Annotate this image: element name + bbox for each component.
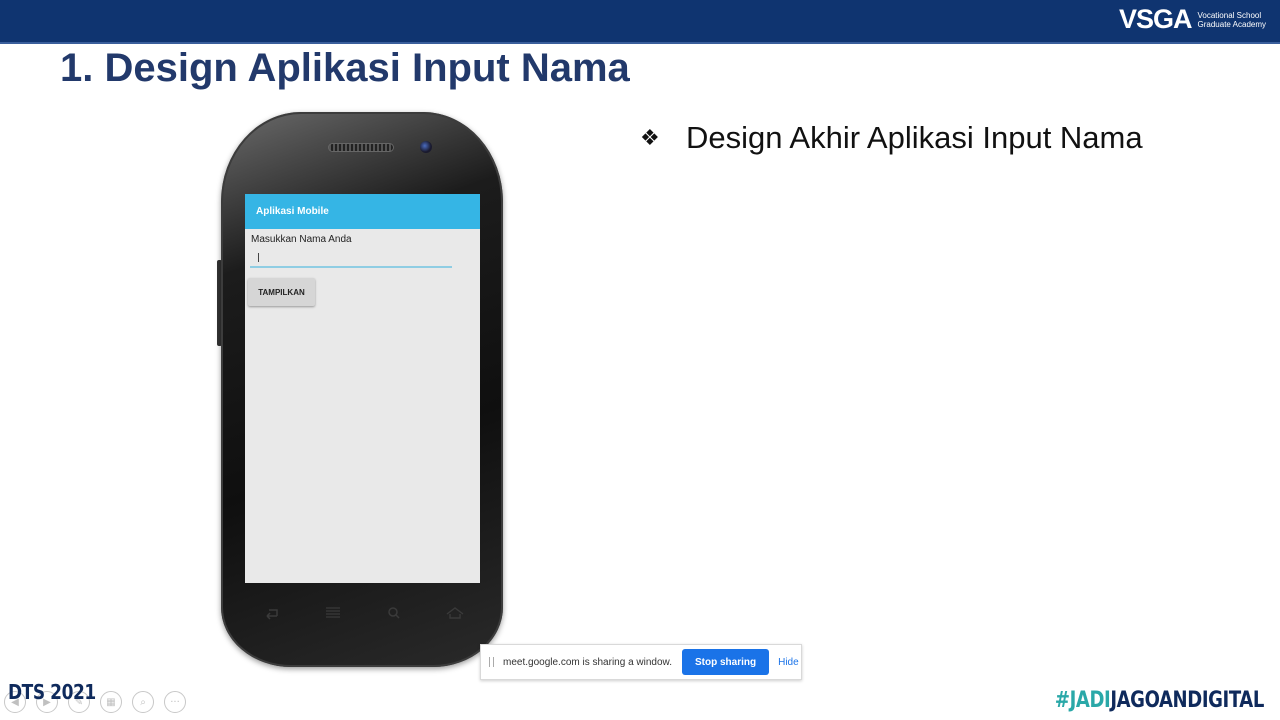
vsga-logo: VSGA Vocational School Graduate Academy (1119, 4, 1266, 35)
drag-handle-icon[interactable] (489, 657, 494, 667)
share-message: meet.google.com is sharing a window. (503, 656, 672, 668)
vsga-logo-subtitle: Vocational School Graduate Academy (1198, 11, 1266, 29)
app-bar: Aplikasi Mobile (245, 194, 480, 229)
bullet-item: ❖ Design Akhir Aplikasi Input Nama (640, 120, 1143, 156)
back-icon (266, 609, 278, 620)
phone-screen: Aplikasi Mobile Masukkan Nama Anda TAMPI… (245, 194, 480, 583)
zoom-icon[interactable]: ⌕ (132, 691, 154, 713)
dts-2021-logo: DTS 2021 (8, 680, 96, 704)
phone-speaker (328, 143, 394, 152)
phone-nav-bar (261, 606, 466, 620)
phone-camera-icon (420, 141, 432, 153)
hide-button[interactable]: Hide (778, 657, 799, 668)
name-input-label: Masukkan Nama Anda (251, 234, 352, 245)
vsga-logo-line2: Graduate Academy (1197, 19, 1266, 29)
phone-mockup: Aplikasi Mobile Masukkan Nama Anda TAMPI… (221, 112, 503, 667)
slides-grid-icon[interactable]: ▦ (100, 691, 122, 713)
hashtag-part1: #JADI (1054, 688, 1111, 713)
menu-icon (326, 607, 340, 618)
stop-sharing-button[interactable]: Stop sharing (681, 649, 770, 675)
vsga-logo-line1: Vocational School (1197, 10, 1262, 20)
slide: VSGA Vocational School Graduate Academy … (0, 0, 1280, 720)
diamond-bullet-icon: ❖ (640, 125, 660, 151)
bullet-text: Design Akhir Aplikasi Input Nama (686, 120, 1143, 155)
top-banner: VSGA Vocational School Graduate Academy (0, 0, 1280, 44)
hashtag-part2: JAGOANDIGITAL (1110, 688, 1264, 713)
search-icon (388, 607, 400, 619)
slide-title: 1. Design Aplikasi Input Nama (60, 46, 630, 90)
tampilkan-button[interactable]: TAMPILKAN (248, 278, 315, 306)
name-input-field[interactable] (250, 251, 452, 268)
app-bar-title: Aplikasi Mobile (256, 206, 329, 217)
more-options-icon[interactable]: ··· (164, 691, 186, 713)
vsga-logo-mark: VSGA (1118, 4, 1193, 34)
home-icon (446, 607, 464, 619)
hashtag-logo: #JADIJAGOANDIGITAL (1055, 688, 1264, 713)
text-cursor (258, 253, 259, 262)
screen-share-bar: meet.google.com is sharing a window. Sto… (480, 644, 802, 680)
